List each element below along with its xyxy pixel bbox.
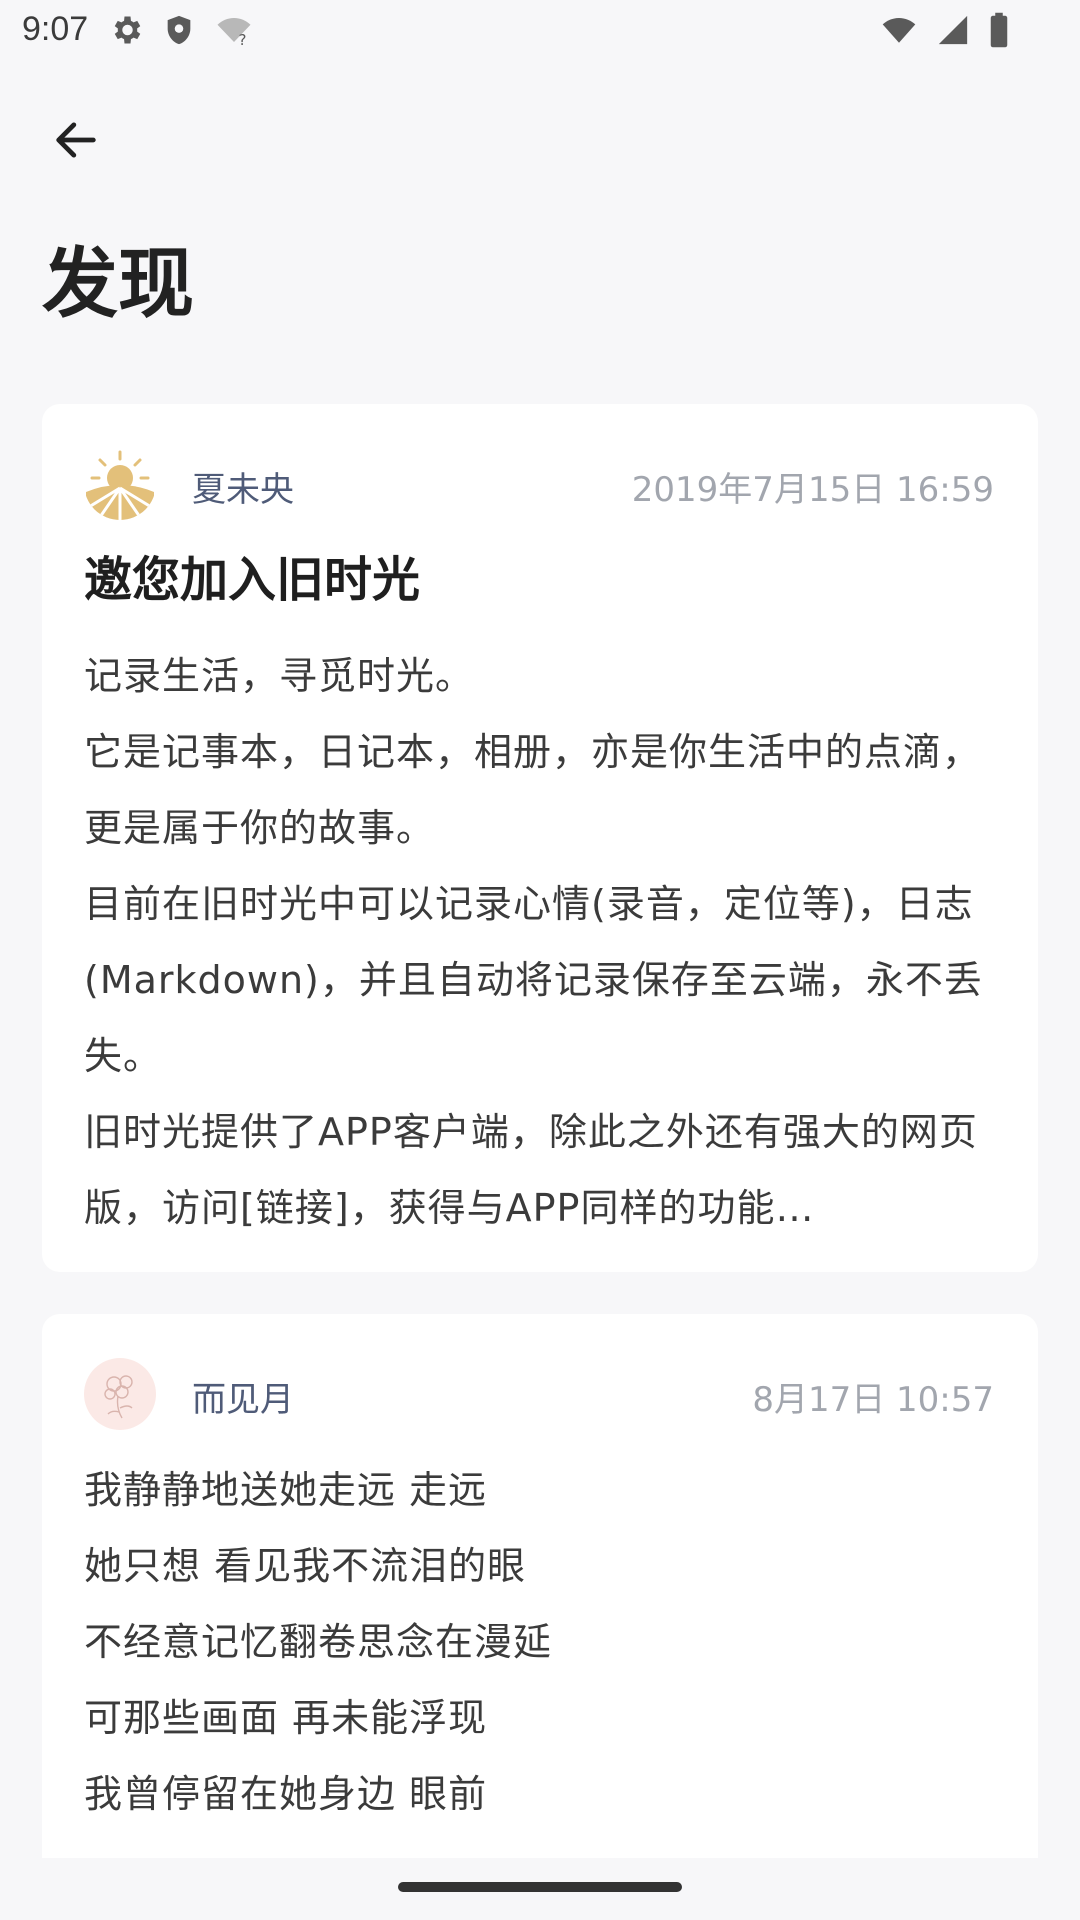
battery-icon <box>988 12 1010 52</box>
svg-text:?: ? <box>239 31 247 48</box>
status-icons-right <box>880 12 1010 52</box>
flower-sketch-icon <box>104 1375 133 1419</box>
post-body: 我静静地送她走远 走远 她只想 看见我不流泪的眼 不经意记忆翻卷思念在漫延 可那… <box>84 1452 994 1832</box>
post-paragraph: 她只想 看见我不流泪的眼 <box>84 1544 527 1588</box>
post-paragraph: 不经意记忆翻卷思念在漫延 <box>84 1620 553 1664</box>
home-indicator[interactable] <box>398 1882 682 1892</box>
shield-icon <box>162 12 196 52</box>
wifi-question-icon: ? <box>214 12 254 52</box>
post-card[interactable]: 而见月 8月17日 10:57 我静静地送她走远 走远 她只想 看见我不流泪的眼… <box>42 1314 1038 1874</box>
status-icons-left: ? <box>108 12 254 52</box>
avatar[interactable] <box>84 448 156 520</box>
back-button[interactable] <box>44 108 108 172</box>
post-paragraph: 记录生活，寻觅时光。 <box>84 654 475 698</box>
post-body: 记录生活，寻觅时光。 它是记事本，日记本，相册，亦是你生活中的点滴，更是属于你的… <box>84 638 994 1246</box>
post-paragraph: 它是记事本，日记本，相册，亦是你生活中的点滴，更是属于你的故事。 <box>84 730 982 850</box>
post-paragraph: 我曾停留在她身边 眼前 <box>84 1772 488 1816</box>
status-time: 9:07 <box>22 10 89 48</box>
author-name[interactable]: 而见月 <box>192 1372 294 1421</box>
post-paragraph: 目前在旧时光中可以记录心情(录音，定位等)，日志(Markdown)，并且自动将… <box>84 882 983 1078</box>
post-time: 2019年7月15日 16:59 <box>631 470 994 510</box>
wifi-icon <box>880 13 918 51</box>
post-header: 而见月 8月17日 10:57 <box>84 1358 994 1430</box>
post-paragraph: 旧时光提供了APP客户端，除此之外还有强大的网页版，访问[链接]，获得与APP同… <box>84 1110 978 1230</box>
post-paragraph: 我静静地送她走远 走远 <box>84 1468 488 1512</box>
sun-logo-icon <box>84 450 156 520</box>
post-card[interactable]: 夏未央 2019年7月15日 16:59 邀您加入旧时光 记录生活，寻觅时光。 … <box>42 404 1038 1272</box>
post-time: 8月17日 10:57 <box>752 1380 994 1420</box>
status-bar: 9:07 ? <box>0 0 1080 64</box>
post-title: 邀您加入旧时光 <box>84 552 421 608</box>
post-header: 夏未央 2019年7月15日 16:59 <box>84 448 994 520</box>
signal-icon <box>936 13 970 51</box>
page-title: 发现 <box>42 239 194 328</box>
post-paragraph: 可那些画面 再未能浮现 <box>84 1696 488 1740</box>
gear-icon <box>108 12 144 52</box>
avatar[interactable] <box>84 1358 156 1430</box>
arrow-left-icon <box>56 122 96 158</box>
author-name[interactable]: 夏未央 <box>192 462 294 511</box>
